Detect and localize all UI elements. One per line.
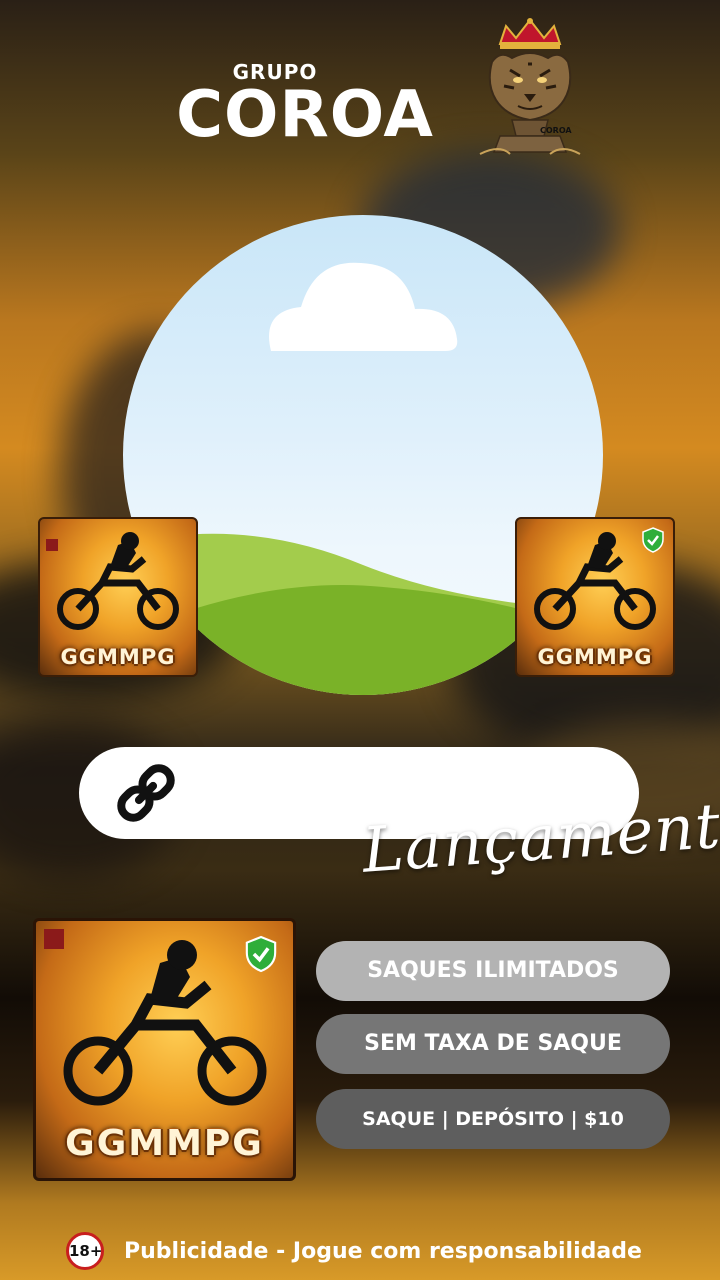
feature-unlimited-withdrawals: SAQUES ILIMITADOS	[316, 941, 670, 1001]
verified-shield-icon	[642, 527, 664, 553]
brand-name: COROA	[176, 78, 434, 152]
footer-text: Publicidade - Jogue com responsabilidade	[124, 1238, 642, 1264]
game-thumbnail-left[interactable]: GGMMPG	[38, 517, 198, 677]
age-18-icon: 18+	[66, 1232, 104, 1270]
footer-disclaimer: 18+ Publicidade - Jogue com responsabili…	[66, 1229, 642, 1273]
game-label: GGMMPG	[65, 1123, 264, 1164]
link-icon	[117, 764, 175, 822]
game-thumbnail-right[interactable]: GGMMPG	[515, 517, 675, 677]
feature-no-withdrawal-fee: SEM TAXA DE SAQUE	[316, 1014, 670, 1074]
logo-caption: COROA	[540, 126, 572, 135]
feature-deposit-minimum: SAQUE | DEPÓSITO | $10	[316, 1089, 670, 1149]
game-thumbnail-featured[interactable]: GGMMPG	[33, 918, 296, 1181]
verified-shield-icon	[245, 935, 277, 973]
crowned-tiger-logo	[479, 18, 581, 155]
game-label: GGMMPG	[60, 645, 176, 669]
game-label: GGMMPG	[537, 645, 653, 669]
